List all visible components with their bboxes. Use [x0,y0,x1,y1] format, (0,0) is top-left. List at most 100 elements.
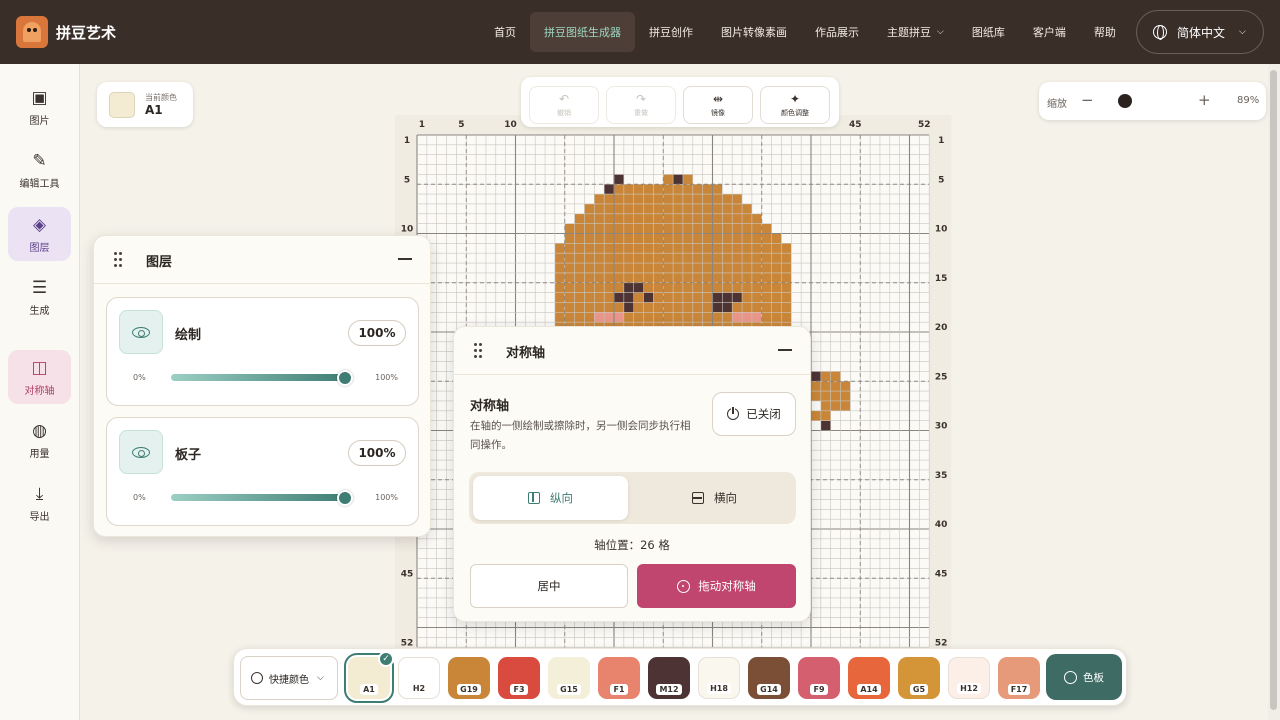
bead-cell [702,263,713,273]
bead-cell [692,272,703,283]
bead-cell [682,174,693,185]
redo-button[interactable]: ↷ 重做 [606,86,676,124]
bead-cell [554,272,565,283]
bead-cell [712,213,723,224]
color-chip-a1[interactable]: A1 ✓ [344,651,394,703]
color-chip-g14[interactable]: G14 [748,657,790,699]
quick-colors-dropdown[interactable]: 快捷颜色 ⌵ [240,656,338,700]
undo-button[interactable]: ↶ 撤销 [529,86,599,124]
drag-axis-label: 拖动对称轴 [698,579,756,593]
bead-cell [574,263,585,273]
zoom-slider-thumb[interactable] [1118,94,1132,108]
row-label-right: 52 [935,638,948,648]
zoom-out-icon[interactable]: − [1081,91,1094,109]
minimize-icon[interactable] [398,258,412,260]
bead-cell [663,213,674,224]
bead-cell [702,272,713,283]
layers-panel-header[interactable]: 图层 [94,236,430,284]
axis-direction-segment: 纵向 横向 [469,472,796,524]
vertical-scrollbar[interactable] [1268,64,1280,720]
symmetry-panel-header[interactable]: 对称轴 [454,327,810,375]
opacity-slider-track[interactable] [171,374,346,381]
color-chip-h18[interactable]: H18 [698,657,740,699]
bead-cell [732,263,743,273]
bead-cell [682,302,693,313]
bead-cell [643,233,654,244]
scrollbar-thumb[interactable] [1270,70,1277,710]
bead-cell [732,194,743,204]
minimize-icon[interactable] [778,349,792,351]
horizontal-axis-button[interactable]: 横向 [637,476,792,520]
bead-cell [811,410,821,421]
drag-handle-icon[interactable] [114,252,124,268]
drag-handle-icon[interactable] [474,343,484,359]
opacity-slider-thumb[interactable] [337,370,353,386]
palette-button-label: 色板 [1083,671,1104,684]
layer-name: 板子 [175,448,202,463]
color-chip-g15[interactable]: G15 [548,657,590,699]
bead-cell [682,223,693,234]
color-chip-m12[interactable]: M12 [648,657,690,699]
bead-cell [673,263,683,273]
color-chip-g5[interactable]: G5 [898,657,940,699]
bead-cell [673,223,683,234]
visibility-toggle[interactable] [119,430,163,474]
eye-icon [132,446,150,458]
bead-cell [604,292,614,303]
center-axis-button[interactable]: 居中 [470,564,628,608]
bead-cell [830,371,841,382]
mirror-button[interactable]: ⇹ 镜像 [683,86,753,124]
vertical-axis-button[interactable]: 纵向 [473,476,628,520]
bead-cell [614,194,624,204]
zoom-in-icon[interactable]: + [1198,91,1211,109]
color-chip-g19[interactable]: G19 [448,657,490,699]
bead-cell [643,263,654,273]
bead-cell [702,194,713,204]
bead-cell [643,203,654,214]
bead-cell [712,263,723,273]
bead-cell [614,213,624,224]
bead-cell [820,420,831,431]
symmetry-toggle-button[interactable]: 已关闭 [712,392,796,436]
bead-cell [742,282,752,293]
bead-cell [564,233,575,244]
bead-cell [742,263,752,273]
visibility-toggle[interactable] [119,310,163,354]
bead-cell [673,203,683,214]
color-chip-f1[interactable]: F1 [598,657,640,699]
symmetry-subtitle: 对称轴 [470,399,510,414]
color-adjust-button[interactable]: ✦ 颜色调整 [760,86,830,124]
color-chip-a14[interactable]: A14 [848,657,890,699]
opacity-slider-thumb[interactable] [337,490,353,506]
bead-cell [623,253,634,264]
bead-cell [742,223,752,234]
bead-cell [712,184,723,195]
bead-cell [643,272,654,283]
color-chip-f9[interactable]: F9 [798,657,840,699]
bead-cell [653,253,664,264]
color-chip-code: G14 [757,684,781,695]
row-label-left: 10 [401,225,414,235]
color-chip-f3[interactable]: F3 [498,657,540,699]
bead-cell [653,312,664,323]
color-chip-f17[interactable]: F17 [998,657,1040,699]
bead-cell [732,302,743,313]
bead-cell [594,213,605,224]
symmetry-panel: 对称轴 对称轴 在轴的一侧绘制或擦除时，另一侧会同步执行相同操作。 已关闭 纵向… [453,326,811,622]
drag-axis-button[interactable]: 拖动对称轴 [637,564,796,608]
bead-cell [702,312,713,323]
bead-cell [614,263,624,273]
bead-cell [633,184,644,195]
bead-cell [653,243,664,254]
bead-cell [554,312,565,323]
color-chip-h12[interactable]: H12 [948,657,990,699]
bead-cell [643,253,654,264]
bead-cell [604,213,614,224]
open-palette-button[interactable]: 色板 [1046,654,1122,700]
color-chip-h2[interactable]: H2 [398,657,440,699]
column-label: 45 [849,120,862,130]
bead-cell [682,203,693,214]
opacity-slider-track[interactable] [171,494,346,501]
row-label-right: 10 [935,225,948,235]
bead-cell [742,243,752,254]
